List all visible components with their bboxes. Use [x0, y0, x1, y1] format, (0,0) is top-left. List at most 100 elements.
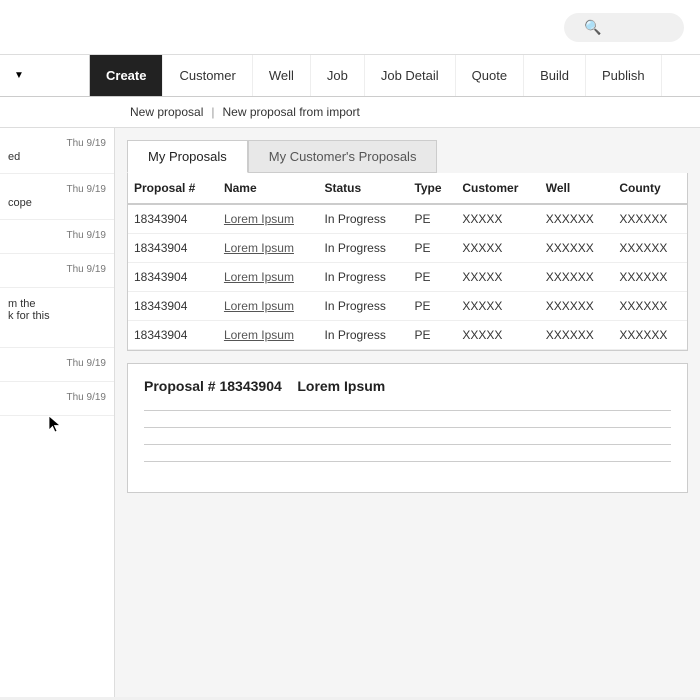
sidebar-date: Thu 9/19: [8, 392, 106, 403]
sidebar-text: m thek for this: [8, 298, 106, 322]
search-box[interactable]: 🔍: [564, 13, 684, 42]
cell-proposal-num: 18343904: [128, 292, 218, 321]
table-row: 18343904 Lorem Ipsum In Progress PE XXXX…: [128, 234, 687, 263]
cell-well: XXXXXX: [540, 321, 614, 350]
proposals-data-table: Proposal # Name Status Type Customer Wel…: [128, 173, 687, 350]
cell-type: PE: [408, 234, 456, 263]
sidebar-date: Thu 9/19: [8, 358, 106, 369]
cell-name[interactable]: Lorem Ipsum: [218, 263, 319, 292]
content-area: My Proposals My Customer's Proposals Pro…: [115, 128, 700, 697]
sidebar-date: Thu 9/19: [8, 264, 106, 275]
detail-label-proposal: Proposal #: [144, 378, 216, 394]
table-row: 18343904 Lorem Ipsum In Progress PE XXXX…: [128, 263, 687, 292]
cell-county: XXXXXX: [613, 321, 687, 350]
cell-name[interactable]: Lorem Ipsum: [218, 321, 319, 350]
cell-type: PE: [408, 321, 456, 350]
col-customer: Customer: [456, 173, 539, 204]
tab-my-customers-proposals[interactable]: My Customer's Proposals: [248, 140, 438, 173]
sub-nav: New proposal | New proposal from import: [0, 97, 700, 128]
tab-publish[interactable]: Publish: [586, 55, 662, 96]
search-icon: 🔍: [584, 19, 601, 36]
cell-name[interactable]: Lorem Ipsum: [218, 234, 319, 263]
col-well: Well: [540, 173, 614, 204]
cell-county: XXXXXX: [613, 204, 687, 234]
tab-well[interactable]: Well: [253, 55, 311, 96]
main-layout: Thu 9/19 ed Thu 9/19 cope Thu 9/19 Thu 9…: [0, 128, 700, 697]
list-item[interactable]: Thu 9/19 cope: [0, 174, 114, 220]
cell-well: XXXXXX: [540, 263, 614, 292]
col-name: Name: [218, 173, 319, 204]
dropdown-selector[interactable]: ▼: [0, 55, 90, 96]
cell-type: PE: [408, 292, 456, 321]
cell-county: XXXXXX: [613, 234, 687, 263]
tab-create[interactable]: Create: [90, 55, 163, 96]
tab-quote[interactable]: Quote: [456, 55, 524, 96]
tab-customer[interactable]: Customer: [163, 55, 252, 96]
proposals-tabs: My Proposals My Customer's Proposals: [115, 128, 700, 173]
detail-line-2: [144, 427, 671, 428]
cell-proposal-num: 18343904: [128, 234, 218, 263]
col-county: County: [613, 173, 687, 204]
detail-title: Proposal # 18343904 Lorem Ipsum: [144, 378, 671, 394]
new-proposal-from-import-link[interactable]: New proposal from import: [223, 105, 360, 119]
tab-create-label: Create: [106, 68, 146, 83]
cell-status: In Progress: [319, 292, 409, 321]
table-row: 18343904 Lorem Ipsum In Progress PE XXXX…: [128, 321, 687, 350]
tab-quote-label: Quote: [472, 68, 507, 83]
tab-job-detail[interactable]: Job Detail: [365, 55, 456, 96]
new-proposal-link[interactable]: New proposal: [130, 105, 203, 119]
list-item[interactable]: Thu 9/19 ed: [0, 128, 114, 174]
sidebar-text: ed: [8, 151, 106, 163]
tab-build[interactable]: Build: [524, 55, 586, 96]
cell-well: XXXXXX: [540, 234, 614, 263]
cell-status: In Progress: [319, 263, 409, 292]
cell-customer: XXXXX: [456, 292, 539, 321]
detail-section: Proposal # 18343904 Lorem Ipsum: [127, 363, 688, 493]
tab-well-label: Well: [269, 68, 294, 83]
tab-job-label: Job: [327, 68, 348, 83]
table-header-row: Proposal # Name Status Type Customer Wel…: [128, 173, 687, 204]
cell-proposal-num: 18343904: [128, 263, 218, 292]
list-item[interactable]: m thek for this: [0, 288, 114, 348]
tab-my-customers-proposals-label: My Customer's Proposals: [269, 149, 417, 164]
cell-well: XXXXXX: [540, 292, 614, 321]
sidebar-text: cope: [8, 197, 106, 209]
sub-nav-separator: |: [211, 105, 214, 119]
cell-customer: XXXXX: [456, 263, 539, 292]
sidebar-date: Thu 9/19: [8, 138, 106, 149]
cell-status: In Progress: [319, 321, 409, 350]
chevron-down-icon: ▼: [14, 70, 24, 81]
cell-name[interactable]: Lorem Ipsum: [218, 292, 319, 321]
cell-well: XXXXXX: [540, 204, 614, 234]
list-item[interactable]: Thu 9/19: [0, 220, 114, 254]
cell-customer: XXXXX: [456, 204, 539, 234]
tab-my-proposals[interactable]: My Proposals: [127, 140, 248, 173]
detail-line-3: [144, 444, 671, 445]
col-type: Type: [408, 173, 456, 204]
cell-proposal-num: 18343904: [128, 204, 218, 234]
list-item[interactable]: Thu 9/19: [0, 254, 114, 288]
list-item[interactable]: Thu 9/19: [0, 382, 114, 416]
cell-status: In Progress: [319, 204, 409, 234]
cell-type: PE: [408, 204, 456, 234]
table-row: 18343904 Lorem Ipsum In Progress PE XXXX…: [128, 204, 687, 234]
table-header: Proposal # Name Status Type Customer Wel…: [128, 173, 687, 204]
cell-name[interactable]: Lorem Ipsum: [218, 204, 319, 234]
cell-customer: XXXXX: [456, 234, 539, 263]
cell-customer: XXXXX: [456, 321, 539, 350]
sidebar-date: Thu 9/19: [8, 184, 106, 195]
col-status: Status: [319, 173, 409, 204]
sidebar-date: Thu 9/19: [8, 230, 106, 241]
cell-proposal-num: 18343904: [128, 321, 218, 350]
tab-build-label: Build: [540, 68, 569, 83]
detail-proposal-name: Lorem Ipsum: [297, 378, 385, 394]
tab-job[interactable]: Job: [311, 55, 365, 96]
detail-line-1: [144, 410, 671, 411]
tab-job-detail-label: Job Detail: [381, 68, 439, 83]
cell-county: XXXXXX: [613, 263, 687, 292]
detail-line-4: [144, 461, 671, 462]
top-bar: 🔍: [0, 0, 700, 55]
nav-tabs-bar: ▼ Create Customer Well Job Job Detail Qu…: [0, 55, 700, 97]
list-item[interactable]: Thu 9/19: [0, 348, 114, 382]
cell-type: PE: [408, 263, 456, 292]
